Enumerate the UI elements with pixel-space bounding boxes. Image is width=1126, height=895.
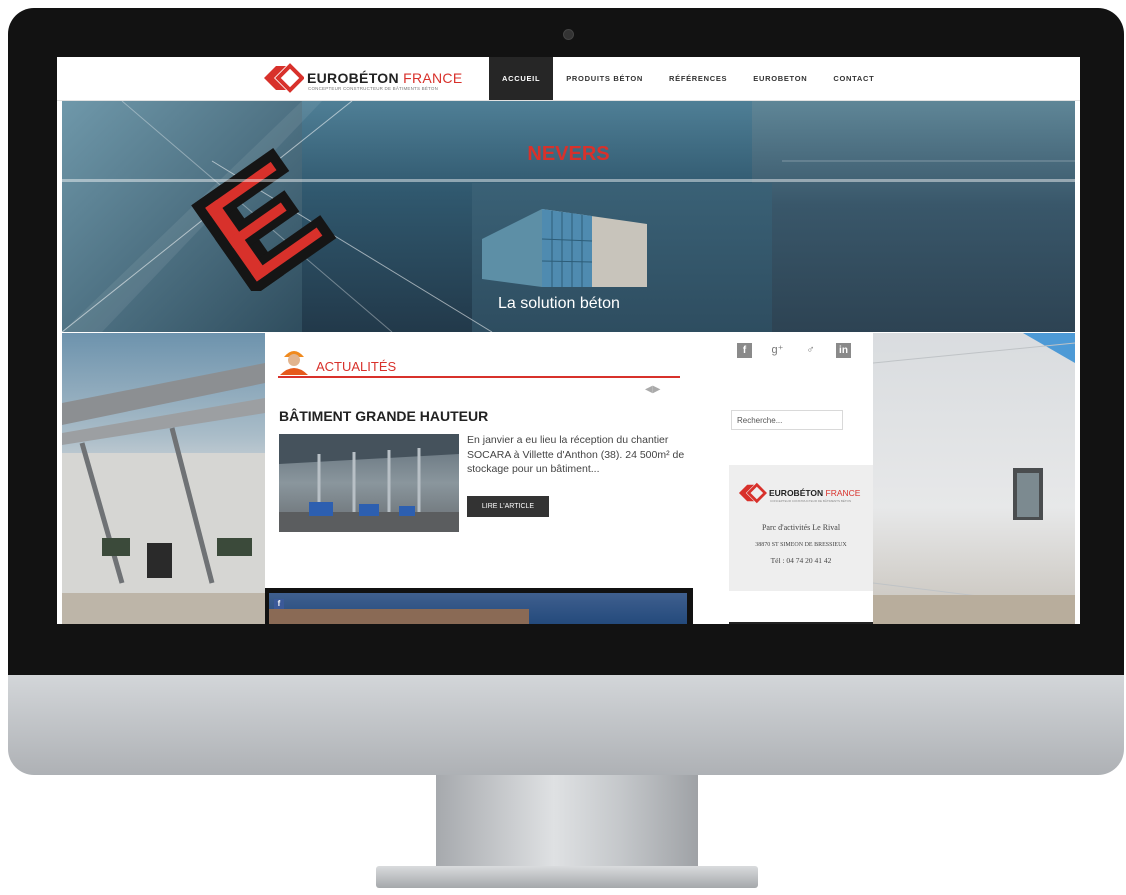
article-title[interactable]: BÂTIMENT GRANDE HAUTEUR (279, 408, 488, 424)
nav-contact[interactable]: CONTACT (820, 57, 887, 100)
card-tagline: CONCEPTEUR CONSTRUCTEUR DE BÂTIMENTS BÉT… (770, 499, 852, 503)
hero-subtitle: La solution béton (498, 295, 620, 312)
left-photo-structure (62, 363, 265, 624)
nav-references[interactable]: RÉFÉRENCES (656, 57, 740, 100)
facebook-badge-icon: f (274, 599, 284, 609)
lower-section: ACTUALITÉS ◀▶ BÂTIMENT GRANDE HAUTEUR En… (62, 333, 1076, 624)
screen: EUROBÉTON FRANCE CONCEPTEUR CONSTRUCTEUR… (57, 57, 1080, 624)
phone-number: Tél : 04 74 20 41 42 (770, 556, 832, 565)
site-header: EUROBÉTON FRANCE CONCEPTEUR CONSTRUCTEUR… (57, 57, 1080, 101)
brand-tagline: CONCEPTEUR CONSTRUCTEUR DE BÂTIMENTS BÉT… (308, 86, 439, 91)
hero-divider (62, 179, 1075, 182)
site-logo[interactable]: EUROBÉTON FRANCE CONCEPTEUR CONSTRUCTEUR… (262, 62, 482, 96)
sidebar: f g⁺ ♂ in Recherche... EUROBÉTON FRANCE … (727, 333, 873, 624)
monitor-chin (8, 675, 1124, 775)
news-heading: ACTUALITÉS (316, 359, 397, 374)
worker-avatar-icon (280, 351, 308, 375)
social-links: f g⁺ ♂ in (737, 343, 851, 358)
address-line-1: Parc d'activités Le Rival (761, 523, 841, 532)
next-article-preview[interactable]: f (265, 588, 693, 624)
monitor-stand (436, 775, 698, 870)
nav-produits-beton[interactable]: PRODUITS BÉTON (553, 57, 656, 100)
news-header: ACTUALITÉS (278, 343, 680, 378)
linkedin-icon[interactable]: in (836, 343, 851, 358)
read-article-button[interactable]: LIRE L'ARTICLE (467, 496, 549, 517)
address-card: EUROBÉTON FRANCE CONCEPTEUR CONSTRUCTEUR… (729, 465, 873, 591)
hero-banner: NEVERS La solution béton (62, 101, 1075, 332)
preview-image: f (269, 593, 687, 624)
hero-title: NEVERS (527, 143, 610, 165)
monitor-base (376, 866, 758, 888)
news-pager: ◀▶ (645, 384, 660, 395)
main-nav: ACCUEIL PRODUITS BÉTON RÉFÉRENCES EUROBE… (489, 57, 887, 100)
preview-roof (269, 609, 529, 624)
construction-photo-left (62, 333, 265, 624)
logo-mark-icon (264, 63, 304, 93)
sidebar-divider (729, 622, 873, 624)
article-excerpt: En janvier a eu lieu la réception du cha… (467, 434, 685, 475)
card-brand: EUROBÉTON FRANCE (769, 488, 861, 498)
nav-accueil[interactable]: ACCUEIL (489, 57, 554, 100)
article-thumbnail[interactable] (279, 434, 459, 532)
address-line-2: 38870 ST SIMEON DE BRESSIEUX (755, 542, 847, 548)
search-input[interactable]: Recherche... (731, 410, 843, 430)
prev-arrow-icon[interactable]: ◀ (645, 384, 653, 395)
card-logo-icon (738, 482, 767, 504)
nav-eurobeton[interactable]: EUROBETON (740, 57, 820, 100)
facebook-icon[interactable]: f (737, 343, 752, 358)
google-plus-icon[interactable]: g⁺ (770, 343, 785, 358)
webcam (563, 29, 574, 40)
brand-name: EUROBÉTON FRANCE (307, 70, 463, 86)
next-arrow-icon[interactable]: ▶ (653, 384, 661, 395)
right-photo-structure (872, 333, 1076, 624)
viadeo-icon[interactable]: ♂ (803, 343, 818, 358)
warehouse-image (279, 434, 459, 532)
hero-building-render (482, 209, 647, 287)
construction-photo-right (872, 333, 1076, 624)
